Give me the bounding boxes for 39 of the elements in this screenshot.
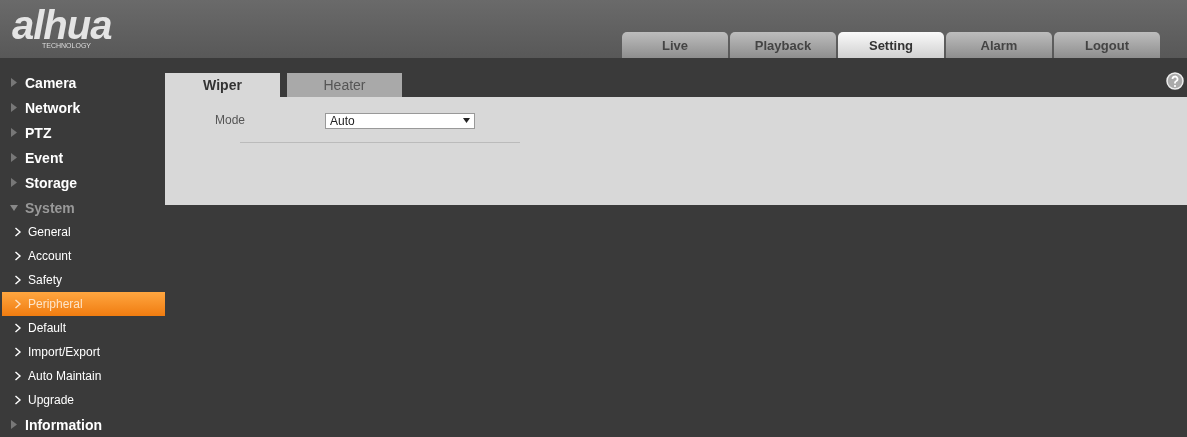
sidebar-subitem[interactable]: General [2, 220, 165, 244]
sidebar-subitem[interactable]: Safety [2, 268, 165, 292]
chevron-icon [14, 395, 22, 405]
chevron-icon [14, 299, 22, 309]
nav-tab[interactable]: Logout [1054, 32, 1160, 58]
sidebar-item[interactable]: System [0, 195, 165, 220]
nav-tab[interactable]: Setting [838, 32, 944, 58]
chevron-icon [14, 227, 22, 237]
chevron-icon [14, 371, 22, 381]
nav-tab[interactable]: Alarm [946, 32, 1052, 58]
chevron-icon [14, 251, 22, 261]
collapsed-triangle-icon [10, 178, 18, 187]
sidebar-item[interactable]: Event [0, 145, 165, 170]
sidebar-item[interactable]: Information [0, 412, 165, 437]
sidebar-subitem[interactable]: Account [2, 244, 165, 268]
mode-dropdown[interactable]: Auto [325, 112, 475, 129]
collapsed-triangle-icon [10, 103, 18, 112]
sidebar-item[interactable]: Camera [0, 70, 165, 95]
sidebar-item[interactable]: Storage [0, 170, 165, 195]
nav-tab[interactable]: Live [622, 32, 728, 58]
nav-tab[interactable]: Playback [730, 32, 836, 58]
sidebar-subitem[interactable]: Default [2, 316, 165, 340]
field-label: Mode [215, 112, 247, 127]
collapsed-triangle-icon [10, 420, 18, 429]
chevron-icon [14, 323, 22, 333]
sidebar-item[interactable]: Network [0, 95, 165, 120]
collapsed-triangle-icon [10, 128, 18, 137]
sidebar-subitem[interactable]: Import/Export [2, 340, 165, 364]
panel-tab[interactable]: Wiper [165, 73, 280, 97]
sidebar-subitem[interactable]: Auto Maintain [2, 364, 165, 388]
expanded-triangle-icon [10, 203, 18, 212]
chevron-icon [14, 275, 22, 285]
collapsed-triangle-icon [10, 78, 18, 87]
collapsed-triangle-icon [10, 153, 18, 162]
dropdown-arrow-icon [463, 118, 470, 123]
chevron-icon [14, 347, 22, 357]
help-icon[interactable] [1166, 72, 1184, 90]
sidebar-item[interactable]: PTZ [0, 120, 165, 145]
sidebar-subitem[interactable]: Upgrade [2, 388, 165, 412]
